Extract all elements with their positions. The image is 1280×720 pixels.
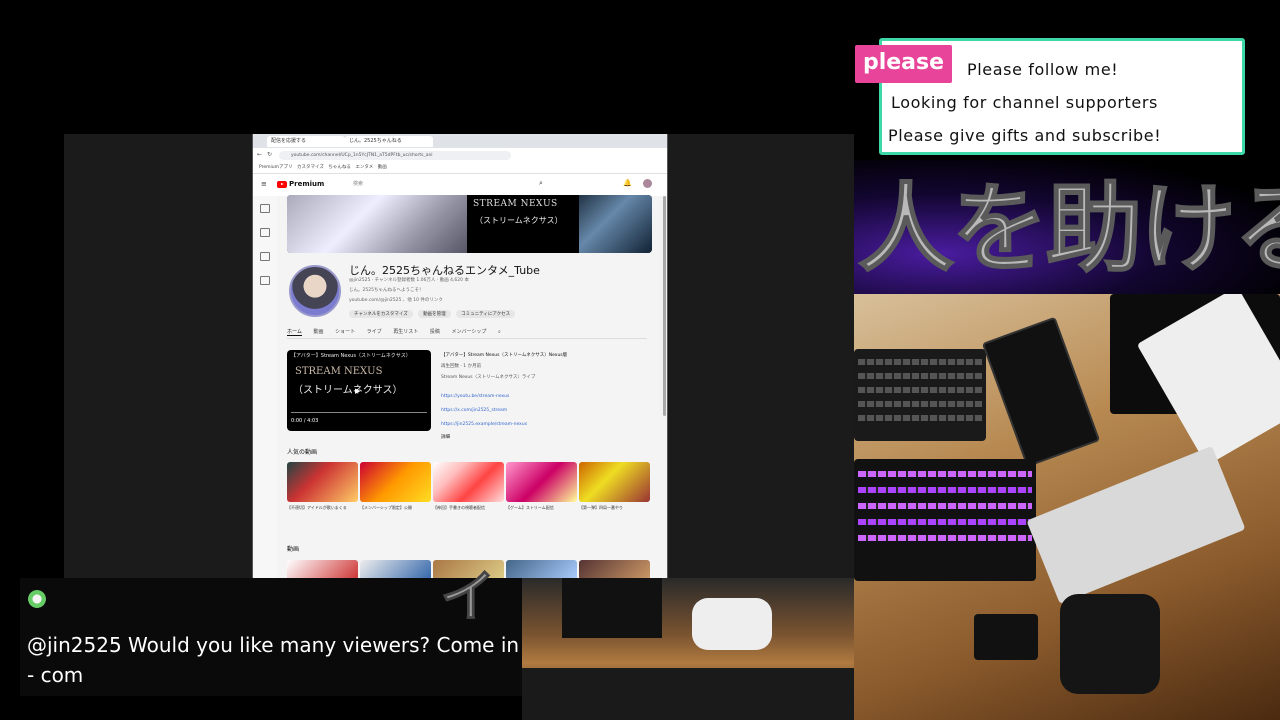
video-desc-line: Stream Nexus（ストリームネクサス）ライブ (441, 375, 536, 380)
browser-tab[interactable]: 配信を応援する (267, 136, 345, 147)
featured-video-player[interactable]: 【アバター】Stream Nexus（ストリームネクサス） STREAM NEX… (287, 350, 431, 431)
audio-mixer-image (1026, 445, 1246, 605)
keyboard-image (854, 349, 986, 441)
video-thumbnail[interactable] (506, 560, 577, 580)
progress-bar[interactable] (291, 412, 427, 413)
channel-links[interactable]: youtube.com/@jin2525 、他 10 件のリンク (349, 297, 443, 303)
community-button[interactable]: コミュニティにアクセス (456, 310, 516, 318)
videos-section-title: 動画 (287, 546, 300, 553)
tab-videos[interactable]: 動画 (313, 329, 323, 335)
rgb-keyboard-image (854, 459, 1036, 581)
youtube-logo-text: Premium (289, 180, 325, 188)
tab-bar: 配信を応援する じん。2525ちゃんねる (253, 134, 667, 148)
banner-subtitle: （ストリームネクサス） (475, 216, 563, 225)
video-thumbnail[interactable] (433, 462, 504, 502)
tab-membership[interactable]: メンバーシップ (452, 329, 487, 335)
chat-user-icon (28, 590, 46, 608)
video-caption[interactable]: 【第一弾】四局一番やり (579, 505, 650, 511)
video-title: 【アバター】Stream Nexus（ストリームネクサス） (291, 353, 411, 359)
follow-line: Looking for channel supporters (891, 93, 1158, 112)
tab-shorts[interactable]: ショート (335, 329, 355, 335)
browser-tab[interactable]: じん。2525ちゃんねる (345, 136, 433, 147)
video-desc-link[interactable]: https://youtu.be/stream-nexus (441, 394, 509, 399)
banner-graphic (287, 195, 467, 253)
channel-avatar[interactable] (289, 265, 341, 317)
video-thumbnail[interactable] (287, 560, 358, 580)
scrollbar[interactable] (663, 196, 666, 416)
menu-icon[interactable]: ≡ (261, 180, 267, 188)
channel-name: じん。2525ちゃんねるエンタメ_Tube (349, 264, 540, 277)
video-desc-title: 【アバター】Stream Nexus（ストリームネクサス）Nexus版 (441, 353, 568, 358)
video-thumbnail[interactable] (579, 560, 650, 580)
speaker-image (1060, 594, 1160, 694)
search-icon[interactable]: ⌕ (498, 329, 501, 335)
video-caption[interactable]: 【メンバーシップ限定】公開 (360, 505, 431, 511)
customize-channel-button[interactable]: チャンネルをカスタマイズ (349, 310, 413, 318)
youtube-logo[interactable]: Premium (277, 180, 324, 188)
bookmarks[interactable]: Premiumアプリ カスタマイズ ちゃんねる エンタメ 動画 (259, 165, 387, 170)
video-thumbnail[interactable] (579, 462, 650, 502)
video-time: 0:00 / 4:03 (291, 418, 319, 424)
chat-message: @jin2525 Would you like many viewers? Co… (27, 633, 520, 687)
popular-videos-title: 人気の動画 (287, 449, 318, 456)
video-caption[interactable]: 【神回】手書きの視聴者配信 (433, 505, 504, 511)
manage-videos-button[interactable]: 動画を管理 (418, 310, 451, 318)
tab-posts[interactable]: 投稿 (430, 329, 440, 335)
avatar[interactable] (643, 179, 652, 188)
you-icon[interactable] (260, 276, 270, 285)
follow-line: Please follow me! (967, 60, 1119, 79)
stream-deck-mini-image (974, 614, 1038, 660)
channel-tabs: ホーム 動画 ショート ライブ 再生リスト 投稿 メンバーシップ ⌕ (287, 328, 647, 339)
tab-home[interactable]: ホーム (287, 329, 302, 336)
video-overlay-text: STREAM NEXUS (295, 366, 383, 377)
channel-meta: @jin2525 · チャンネル登録者数 1.06万人 · 動画 4,620 本 (349, 278, 469, 283)
reload-icon[interactable]: ↻ (267, 151, 272, 158)
video-desc-meta: 再生回数 · 1 か月前 (441, 364, 482, 369)
video-thumbnail[interactable] (287, 462, 358, 502)
search-input[interactable]: 検索 (353, 180, 363, 187)
video-thumbnail[interactable] (360, 462, 431, 502)
youtube-play-icon (277, 180, 287, 188)
video-thumbnail[interactable] (506, 462, 577, 502)
banner-graphic (579, 195, 652, 253)
back-icon[interactable]: ← (257, 151, 262, 158)
desk-view (522, 578, 854, 720)
subscriptions-icon[interactable] (260, 252, 270, 261)
banner-title: STREAM NEXUS (473, 199, 558, 209)
browser-window: 配信を応援する じん。2525ちゃんねる ← ↻ youtube.com/cha… (252, 134, 668, 580)
device-image (562, 578, 662, 638)
play-icon[interactable]: ▶ (355, 387, 360, 395)
search-icon[interactable]: ⌕ (539, 179, 543, 188)
video-thumbnail[interactable] (360, 560, 431, 580)
overlay-katakana: イ (440, 565, 497, 630)
overlay-big-text: 人を助ける (857, 173, 1280, 285)
video-overlay-text: （ストリームネクサス） (293, 385, 403, 396)
address-bar: ← ↻ youtube.com/channel/UCp_1n5YcJTN1_aT… (253, 148, 667, 163)
shorts-icon[interactable] (260, 228, 270, 237)
bell-icon[interactable]: 🔔 (623, 179, 632, 187)
video-desc-link[interactable]: https://jin2525.example/stream-nexus (441, 422, 527, 427)
tab-live[interactable]: ライブ (367, 329, 382, 335)
channel-banner: STREAM NEXUS （ストリームネクサス） (287, 195, 652, 253)
video-desc-link[interactable]: https://x.com/jin2525_stream (441, 408, 507, 413)
more-link[interactable]: 詳細 (441, 434, 450, 440)
channel-buttons: チャンネルをカスタマイズ 動画を管理 コミュニティにアクセス (349, 310, 519, 318)
monitor-image (522, 668, 854, 720)
controller-image (692, 598, 772, 650)
bookmarks-bar: Premiumアプリ カスタマイズ ちゃんねる エンタメ 動画 (253, 163, 667, 174)
video-caption[interactable]: 【不適切】アイドルが歌いまくる (287, 505, 358, 511)
please-badge: please (855, 45, 952, 83)
url-input[interactable]: youtube.com/channel/UCp_1n5YcJTN1_aT5dPF… (279, 151, 511, 160)
channel-description[interactable]: じん。2525ちゃんねるへようこそ！ (349, 287, 423, 293)
youtube-header: ≡ Premium 検索 ⌕ 🔔 (253, 174, 667, 196)
phone-image (981, 316, 1101, 468)
video-caption[interactable]: 【ゲーム】ストリーム配信 (506, 505, 577, 511)
webcam-view (854, 294, 1280, 720)
overlay-banner: 人を助ける (854, 160, 1280, 294)
home-icon[interactable] (260, 204, 270, 213)
follow-line: Please give gifts and subscribe! (888, 126, 1162, 145)
youtube-sidebar (253, 196, 277, 580)
tab-playlists[interactable]: 再生リスト (393, 329, 418, 335)
